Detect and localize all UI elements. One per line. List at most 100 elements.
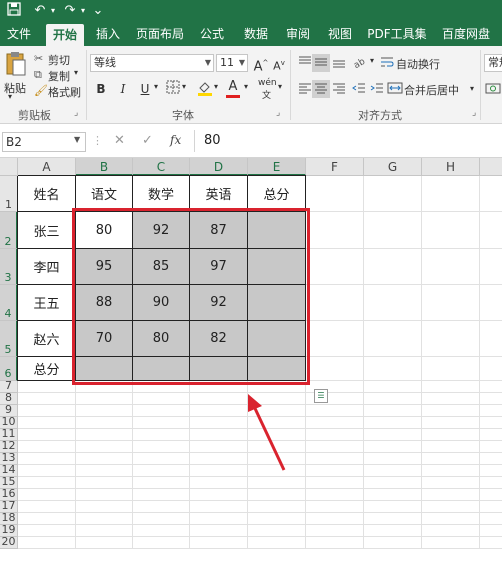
cell[interactable] (248, 501, 306, 513)
align-right-icon[interactable] (330, 80, 348, 98)
table-cell[interactable]: 70 (76, 321, 133, 357)
cell[interactable] (133, 405, 190, 417)
wrap-text-icon[interactable] (378, 54, 396, 72)
wrap-text-button[interactable]: 自动换行 (396, 56, 440, 72)
row-header[interactable]: 4 (0, 285, 18, 321)
name-box-dropdown-icon[interactable]: ▼ (74, 135, 80, 144)
column-header[interactable]: D (190, 158, 248, 176)
cell[interactable] (190, 525, 248, 537)
cell[interactable] (422, 357, 480, 381)
undo-icon[interactable]: ↶ (32, 2, 48, 20)
cell[interactable] (480, 393, 502, 405)
align-middle-icon[interactable] (312, 54, 330, 72)
cell[interactable] (422, 513, 480, 525)
increase-indent-icon[interactable] (368, 80, 386, 98)
cell[interactable] (480, 465, 502, 477)
cell[interactable] (306, 176, 364, 212)
cell[interactable] (480, 249, 502, 285)
column-header[interactable]: H (422, 158, 480, 176)
tab-view[interactable]: 视图 (324, 22, 356, 46)
cell[interactable] (422, 405, 480, 417)
cell[interactable] (248, 537, 306, 549)
cell[interactable] (190, 501, 248, 513)
merge-center-button[interactable]: 合并后居中 (404, 82, 459, 98)
cell[interactable] (18, 393, 76, 405)
phonetic-icon[interactable]: wén (258, 78, 277, 88)
cell[interactable] (480, 513, 502, 525)
tab-page-layout[interactable]: 页面布局 (132, 22, 188, 46)
cell[interactable] (364, 176, 422, 212)
phonetic-dropdown-icon[interactable]: ▾ (278, 82, 282, 91)
cell[interactable] (76, 453, 133, 465)
cell[interactable] (306, 249, 364, 285)
cell[interactable] (133, 477, 190, 489)
table-cell[interactable]: 语文 (76, 176, 133, 212)
cell[interactable] (364, 212, 422, 249)
cell[interactable] (248, 453, 306, 465)
cell[interactable] (76, 393, 133, 405)
copy-button[interactable]: 复制 (48, 68, 70, 84)
cell[interactable] (306, 417, 364, 429)
cell[interactable] (306, 465, 364, 477)
cell[interactable] (190, 513, 248, 525)
cell[interactable] (190, 537, 248, 549)
cell[interactable] (18, 489, 76, 501)
cell[interactable] (422, 417, 480, 429)
cell[interactable] (480, 429, 502, 441)
cell[interactable] (18, 465, 76, 477)
cell[interactable] (480, 357, 502, 381)
cell[interactable] (364, 285, 422, 321)
undo-dropdown-icon[interactable]: ▾ (48, 2, 58, 20)
cell[interactable] (18, 441, 76, 453)
number-format-select[interactable]: 常规 (484, 54, 502, 72)
font-size-select[interactable]: 11 ▼ (216, 54, 248, 72)
cell[interactable] (133, 453, 190, 465)
cell[interactable] (133, 429, 190, 441)
cell[interactable] (190, 477, 248, 489)
italic-button[interactable]: I (114, 80, 132, 98)
select-all-corner[interactable] (0, 158, 18, 176)
cell[interactable] (248, 465, 306, 477)
cell[interactable] (248, 525, 306, 537)
insert-function-icon[interactable]: fx (170, 133, 181, 147)
tab-baidu-netdisk[interactable]: 百度网盘 (436, 22, 496, 46)
table-cell[interactable]: 82 (190, 321, 248, 357)
orientation-icon[interactable]: ab (350, 54, 368, 72)
decrease-indent-icon[interactable] (350, 80, 368, 98)
cell[interactable] (480, 441, 502, 453)
cell[interactable] (422, 176, 480, 212)
cell[interactable] (18, 405, 76, 417)
table-cell[interactable]: 90 (133, 285, 190, 321)
cell[interactable] (76, 489, 133, 501)
cell[interactable] (248, 381, 306, 393)
table-cell[interactable]: 赵六 (18, 321, 76, 357)
cell[interactable] (422, 321, 480, 357)
cell[interactable] (422, 465, 480, 477)
cell[interactable] (190, 417, 248, 429)
cell[interactable] (248, 429, 306, 441)
cell[interactable] (248, 393, 306, 405)
cell[interactable] (76, 405, 133, 417)
cell[interactable] (306, 525, 364, 537)
cell[interactable] (18, 453, 76, 465)
table-cell[interactable] (133, 357, 190, 381)
cell[interactable] (422, 453, 480, 465)
table-cell[interactable] (248, 249, 306, 285)
cell[interactable] (422, 249, 480, 285)
cell[interactable] (248, 405, 306, 417)
cell[interactable] (364, 405, 422, 417)
cell[interactable] (248, 513, 306, 525)
tab-data[interactable]: 数据 (240, 22, 272, 46)
column-header[interactable]: A (18, 158, 76, 176)
cell[interactable] (422, 477, 480, 489)
row-header[interactable]: 3 (0, 249, 18, 285)
save-icon[interactable] (6, 2, 22, 20)
cell[interactable] (76, 513, 133, 525)
row-header[interactable]: 6 (0, 357, 18, 381)
quick-analysis-icon[interactable]: ☰ (314, 389, 328, 403)
tab-file[interactable]: 文件 (4, 22, 34, 46)
cell[interactable] (18, 381, 76, 393)
borders-dropdown-icon[interactable]: ▾ (182, 82, 186, 91)
cell[interactable] (133, 441, 190, 453)
cell[interactable] (133, 393, 190, 405)
